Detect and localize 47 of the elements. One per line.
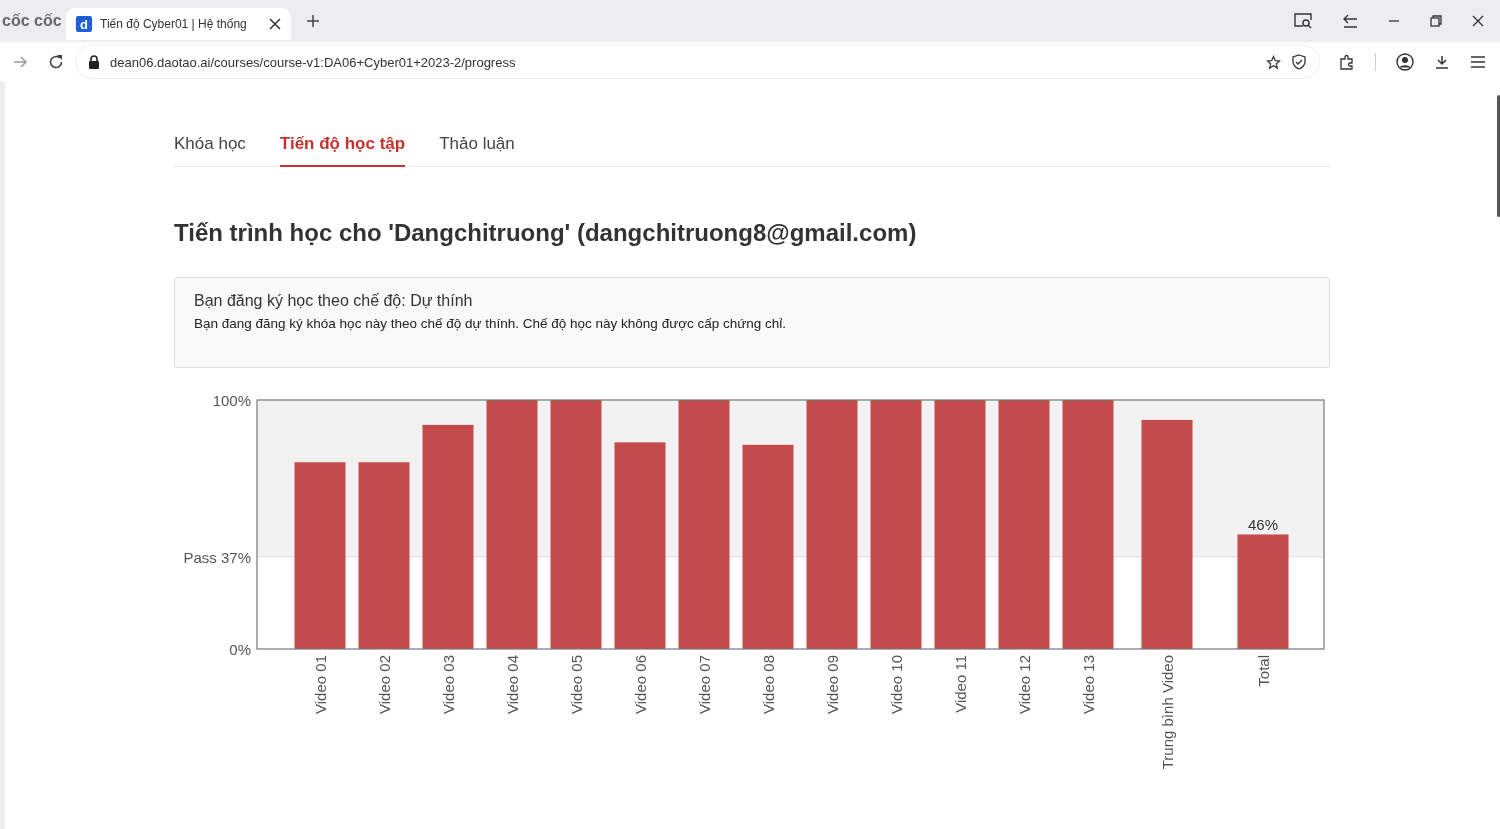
x-axis-label: Total — [1255, 655, 1272, 687]
shield-icon[interactable] — [1291, 54, 1307, 70]
x-axis-label: Video 12 — [1016, 655, 1033, 714]
browser-logo: cốc cốc — [2, 12, 63, 30]
nav-tab[interactable]: Tiến độ học tập — [279, 134, 406, 167]
x-axis-label: Video 05 — [568, 655, 585, 714]
nav-tab[interactable]: Thảo luận — [439, 134, 515, 167]
search-tabs-icon[interactable] — [1294, 13, 1312, 29]
x-axis-label: Video 04 — [504, 655, 521, 714]
x-axis-label: Video 01 — [312, 655, 329, 714]
new-tab-icon[interactable] — [306, 14, 320, 28]
x-axis-label: Video 09 — [824, 655, 841, 714]
x-axis-label: Trung bình Video — [1159, 655, 1176, 770]
reload-icon[interactable] — [48, 54, 64, 70]
back-arrow-icon[interactable] — [1342, 13, 1358, 29]
star-icon[interactable] — [1266, 54, 1281, 70]
browser-tab[interactable]: d Tiến độ Cyber01 | Hệ thống — [66, 8, 291, 40]
scrollbar-thumb[interactable] — [1497, 95, 1500, 217]
y-axis-label: 100% — [212, 393, 251, 409]
download-icon[interactable] — [1434, 54, 1450, 70]
x-axis-label: Video 06 — [632, 655, 649, 714]
site-favicon: d — [76, 16, 92, 32]
x-axis-label: Video 02 — [376, 655, 393, 714]
puzzle-icon[interactable] — [1339, 54, 1355, 70]
x-axis-label: Video 03 — [440, 655, 457, 714]
lock-icon — [88, 55, 100, 69]
x-axis-label: Video 11 — [952, 655, 969, 713]
notice-title: Bạn đăng ký học theo chế độ: Dự thính — [194, 292, 474, 310]
profile-icon[interactable] — [1396, 53, 1414, 71]
x-axis-label: Video 08 — [760, 655, 777, 714]
close-icon[interactable] — [269, 18, 281, 30]
y-axis-label: Pass 37% — [183, 548, 251, 566]
close-icon[interactable] — [1472, 15, 1484, 27]
x-axis-label: Video 10 — [888, 655, 905, 714]
address-bar[interactable]: dean06.daotao.ai/courses/course-v1:DA06+Cyber01+2023-2/progress — [76, 46, 1319, 78]
nav-tab[interactable]: Khóa học — [174, 134, 246, 167]
x-axis-label: Video 13 — [1080, 655, 1097, 714]
menu-icon[interactable] — [1470, 54, 1486, 70]
page-heading: Tiến trình học cho 'Dangchitruong' (dangchitruong8@gmail.com) — [174, 219, 918, 247]
forward-arrow-icon[interactable] — [12, 54, 28, 70]
y-axis-label: 0% — [229, 641, 251, 658]
url-text: dean06.daotao.ai/courses/course-v1:DA06+Cyber01+2023-2/progress — [110, 54, 516, 70]
notice-text: Bạn đang đăng ký khóa học này theo chế độ dự thính. Chế độ học này không được cấp chứng chỉ. — [194, 316, 788, 331]
tab-title: Tiến độ Cyber01 | Hệ thống — [100, 17, 248, 31]
x-axis-label: Video 07 — [696, 655, 713, 714]
value-label: 46% — [1248, 516, 1278, 534]
restore-icon[interactable] — [1430, 15, 1442, 27]
